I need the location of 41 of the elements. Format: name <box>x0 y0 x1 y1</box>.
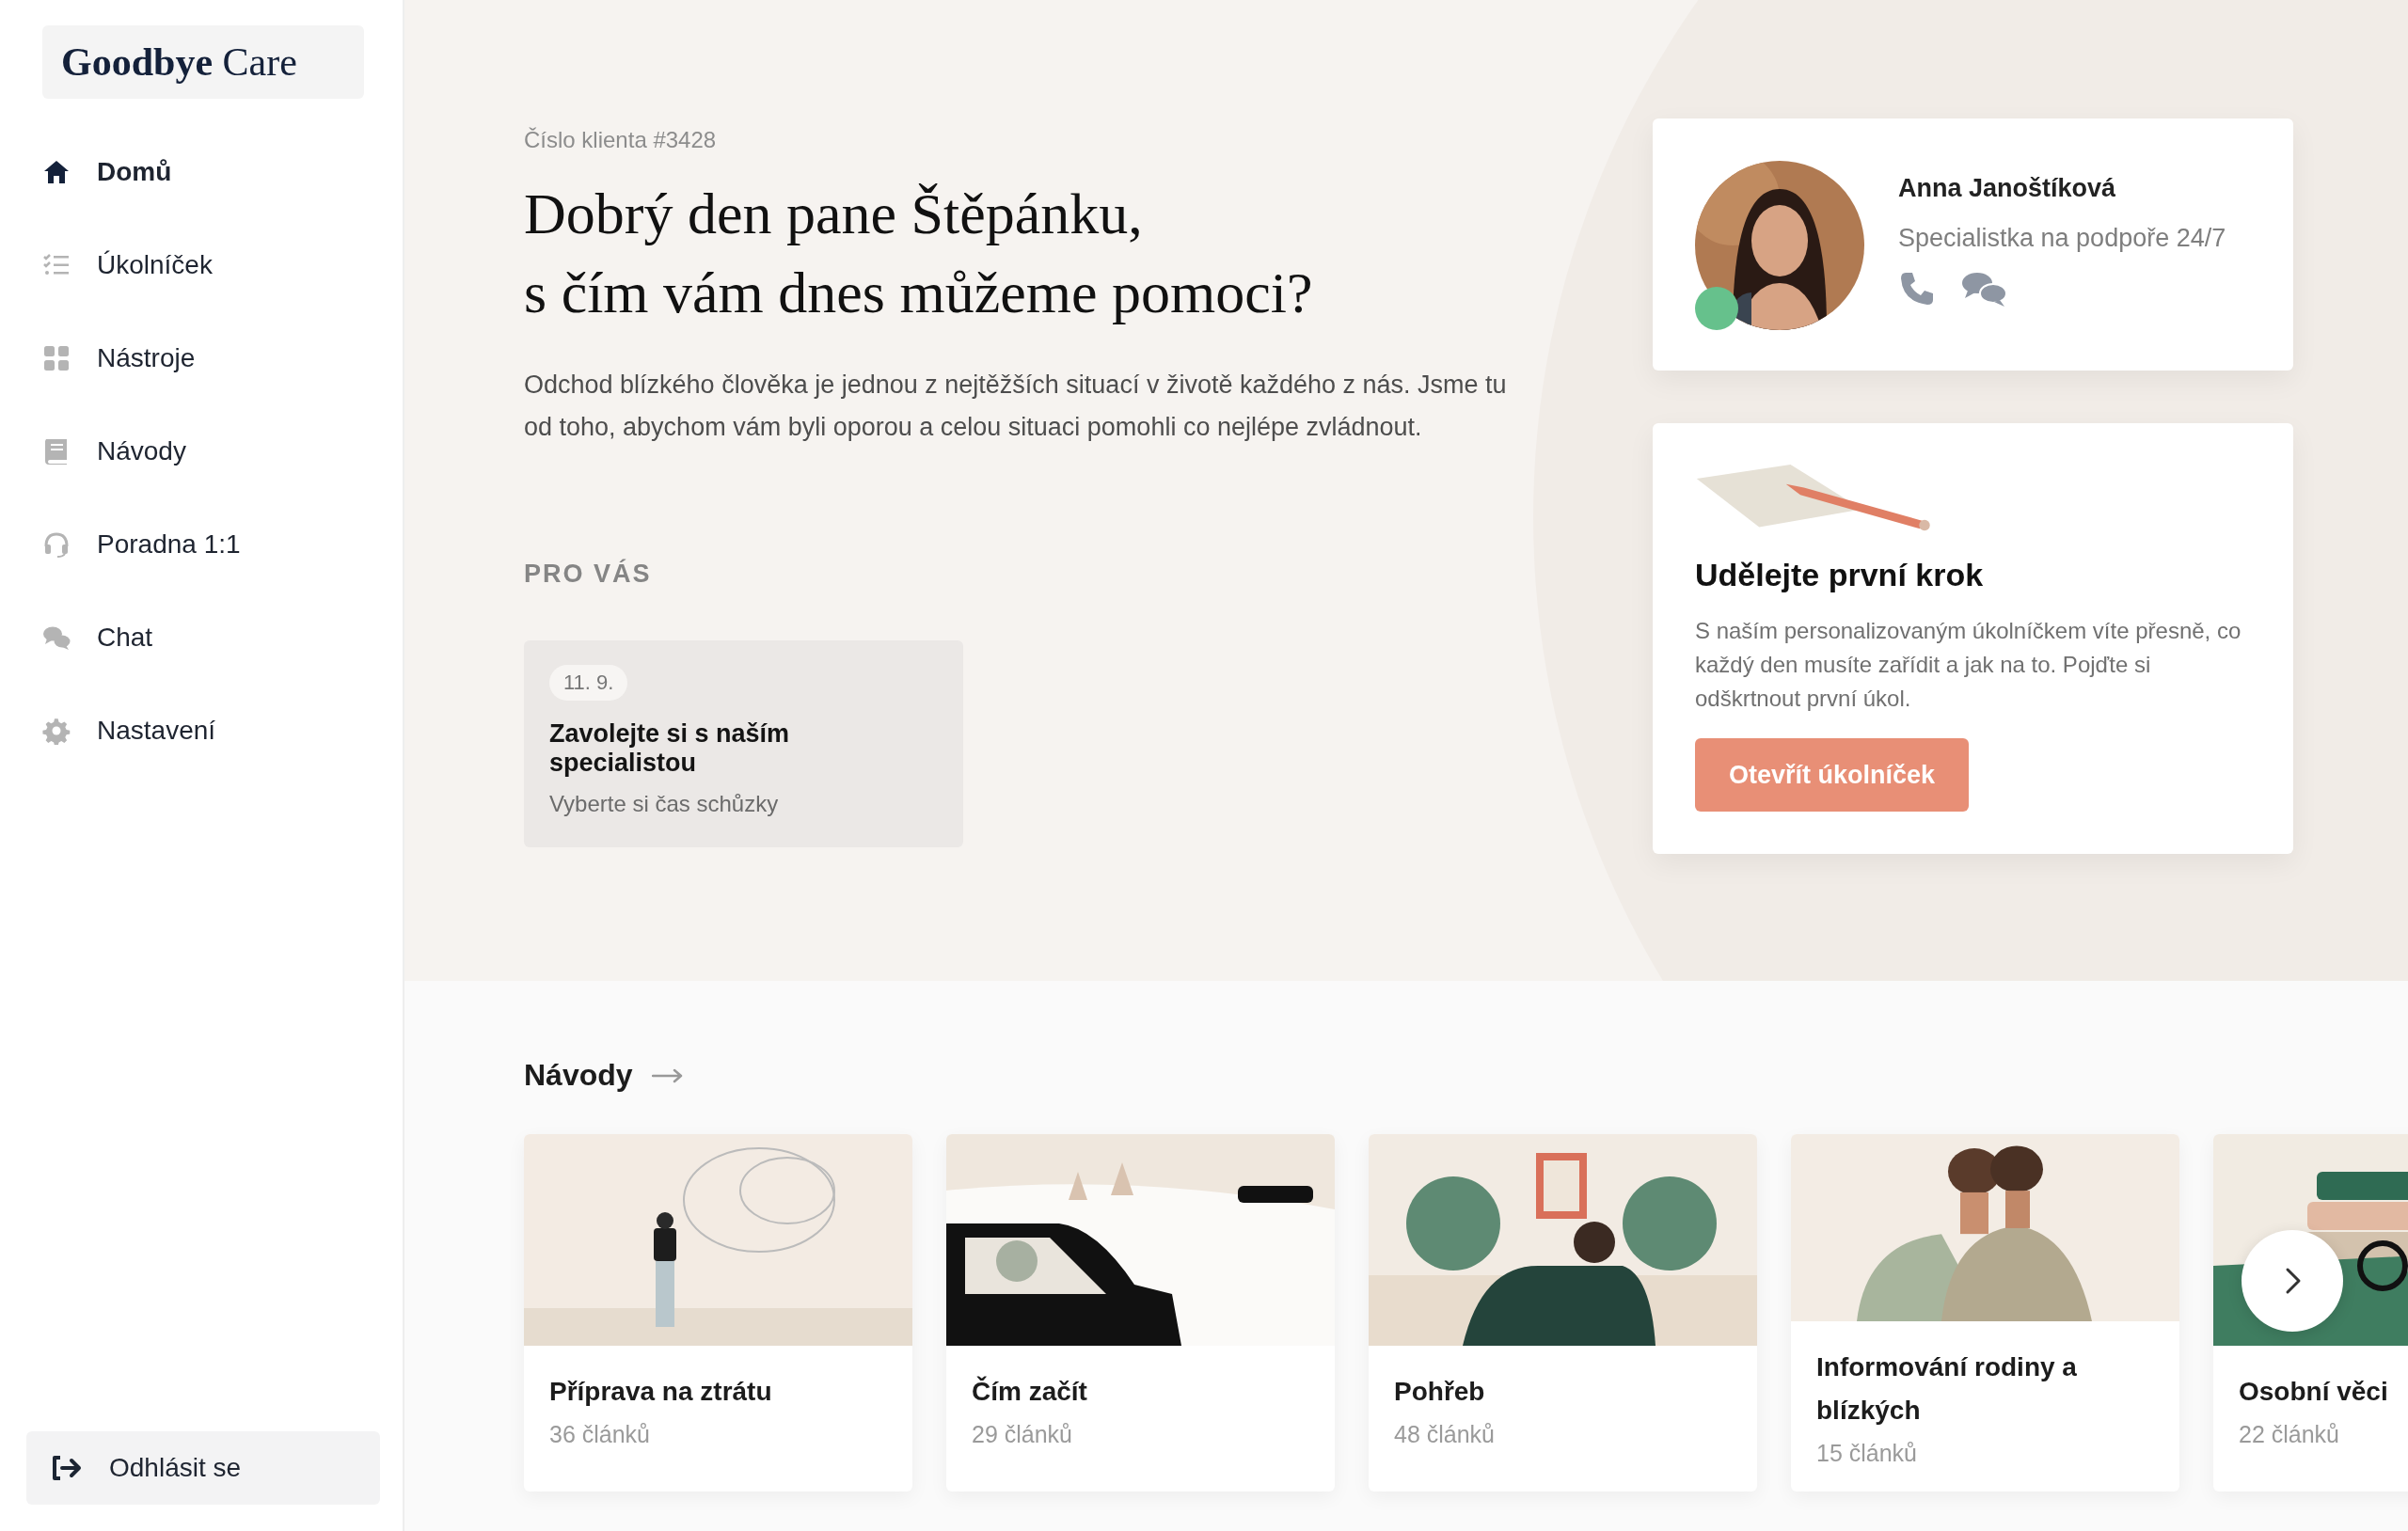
guide-title: Informování rodiny a blízkých <box>1816 1351 2078 1427</box>
guide-card[interactable]: Informování rodiny a blízkých 15 článků <box>1791 1134 2179 1492</box>
nav-item[interactable]: Návody <box>0 404 403 497</box>
guide-card[interactable]: Pohřeb 48 článků <box>1369 1134 1757 1492</box>
date-badge: 11. 9. <box>549 665 628 701</box>
card-text: S naším personalizovaným úkolníčkem víte přesně, co každý den musíte zařídit a jak na to. Pojďte si odškrtnout první úkol. <box>1695 617 2242 713</box>
card-title: Udělejte první krok <box>1695 557 1984 593</box>
logo[interactable]: Goodbye Care <box>42 25 364 99</box>
article-count: 36 článků <box>549 1421 651 1448</box>
nav-item[interactable]: Poradna 1:1 <box>0 497 403 591</box>
task-card[interactable]: 11. 9. Zavolejte si s naším specialistou Vyberte si čas schůzky <box>524 640 963 847</box>
grid-icon <box>42 343 71 372</box>
specialist-role: Specialistka na podpoře 24/7 <box>1898 224 2226 253</box>
nav-item[interactable]: Nástroje <box>0 311 403 404</box>
guide-title: Čím začít <box>972 1375 1087 1408</box>
section-heading: PRO VÁS <box>524 560 653 589</box>
arrow-right-icon[interactable] <box>651 1067 684 1083</box>
intro-text: Odchod blízkého člověka je jednou z nejtěžších situací v životě každého z nás. Jsme tu od toho, abychom vám byli oporou a celou situaci pomohli co nejlépe zvládnout. <box>524 370 1508 443</box>
nav-item[interactable]: Chat <box>0 591 403 684</box>
task-subtitle: Vyberte si čas schůzky <box>549 791 779 817</box>
logout-button[interactable]: Odhlásit se <box>26 1431 380 1505</box>
article-count: 22 článků <box>2239 1421 2340 1448</box>
greeting-heading: s čím vám dnes můžeme pomoci? <box>524 260 1313 326</box>
specialist-name: Anna Janoštíková <box>1898 174 2116 203</box>
article-count: 29 článků <box>972 1421 1073 1448</box>
nav-item[interactable]: Nastavení <box>0 684 403 777</box>
nav-item[interactable]: Úkolníček <box>0 218 403 311</box>
guide-title: Pohřeb <box>1394 1376 1485 1408</box>
section-heading[interactable]: Návody <box>524 1058 633 1093</box>
greeting-heading: Dobrý den pane Štěpánku, <box>524 181 1143 247</box>
nav-item[interactable]: Domů <box>0 125 403 218</box>
guide-card[interactable]: Čím začít 29 článků <box>946 1134 1335 1492</box>
article-count: 15 článků <box>1816 1440 1918 1467</box>
client-number: Číslo klienta #3428 <box>524 127 718 153</box>
guide-title: Příprava na ztrátu <box>549 1376 772 1408</box>
guide-card[interactable]: Příprava na ztrátu 36 článků <box>524 1134 912 1492</box>
article-count: 48 článků <box>1394 1421 1496 1448</box>
settings-icon <box>42 716 71 745</box>
guide-title: Osobní věci <box>2239 1376 2388 1408</box>
phone-icon[interactable] <box>1898 270 1936 308</box>
task-title: Zavolejte si s naším specialistou <box>549 719 791 778</box>
